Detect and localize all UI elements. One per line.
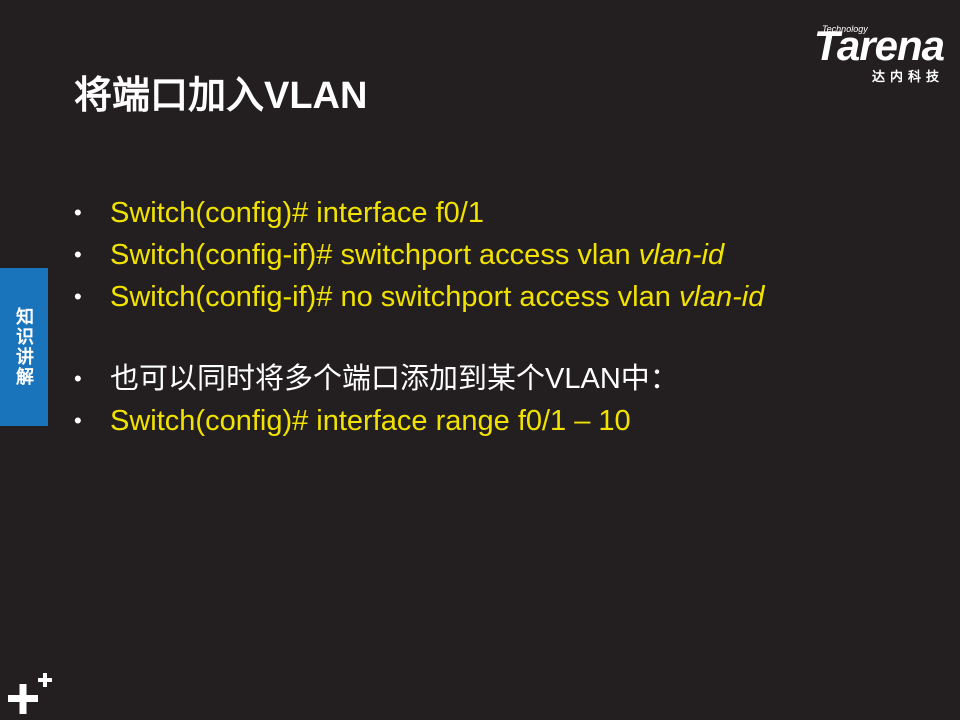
bullet-item: Switch(config)# interface range f0/1 – 1…	[74, 400, 934, 442]
bullet-item: 也可以同时将多个端口添加到某个VLAN中：	[74, 358, 934, 400]
slide-title: 将端口加入VLAN	[74, 75, 368, 117]
bullet-text: 也可以同时将多个端口添加到某个VLAN中：	[110, 363, 679, 395]
side-tab-label: 知识讲解	[14, 307, 34, 387]
bullet-text: Switch(config-if)# no switchport access …	[110, 281, 679, 313]
bullet-list: Switch(config)# interface f0/1 Switch(co…	[74, 192, 934, 442]
bullet-item: Switch(config)# interface f0/1	[74, 192, 934, 234]
bullet-text: Switch(config-if)# switchport access vla…	[110, 239, 639, 271]
bullet-text: Switch(config)# interface range f0/1 – 1…	[110, 405, 631, 437]
bullet-italic-param: vlan-id	[678, 281, 765, 313]
bullet-item: Switch(config-if)# switchport access vla…	[74, 234, 934, 276]
tarena-logo: Technology Tarena 达内科技	[784, 24, 945, 85]
bullet-item: Switch(config-if)# no switchport access …	[74, 276, 934, 318]
section-side-tab: 知识讲解	[0, 268, 48, 426]
bullet-italic-param: vlan-id	[638, 239, 725, 271]
bullet-text: Switch(config)# interface f0/1	[110, 197, 484, 229]
plus-decoration-icon	[8, 673, 52, 714]
logo-tagline: Technology	[822, 24, 868, 34]
